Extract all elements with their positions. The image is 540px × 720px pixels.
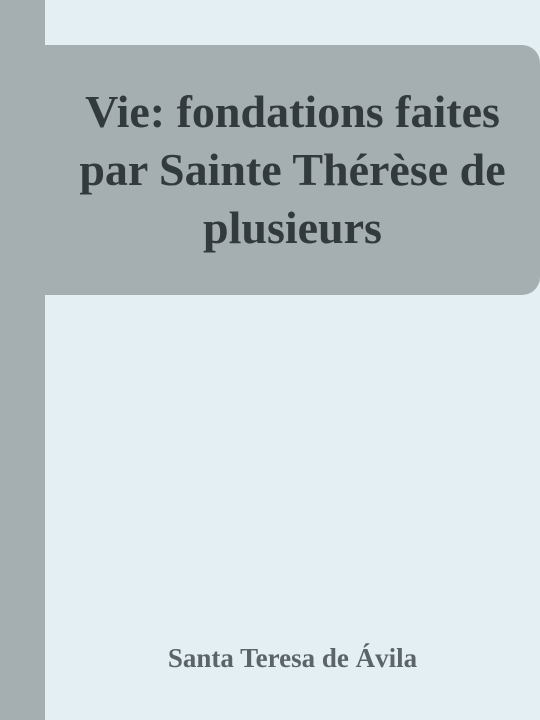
book-cover: Vie: fondations faites par Sainte Thérès… — [0, 0, 540, 720]
cover-spine-bar — [0, 0, 45, 720]
title-band: Vie: fondations faites par Sainte Thérès… — [45, 45, 540, 295]
book-title: Vie: fondations faites par Sainte Thérès… — [79, 86, 506, 253]
book-author: Santa Teresa de Ávila — [167, 643, 418, 673]
